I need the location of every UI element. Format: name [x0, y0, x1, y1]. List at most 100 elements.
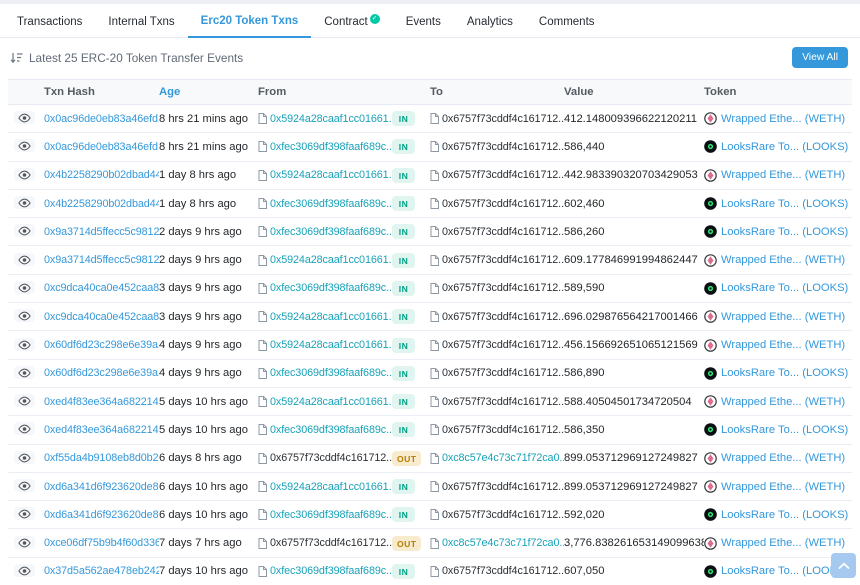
- token-link[interactable]: Wrapped Ethe... (WETH): [721, 481, 845, 493]
- txn-hash-link[interactable]: 0x0ac96de0eb83a46efd...: [44, 141, 159, 153]
- from-address[interactable]: 0x5924a28caaf1cc01661...: [270, 311, 392, 323]
- token-link[interactable]: Wrapped Ethe... (WETH): [721, 339, 845, 351]
- view-private-note-button[interactable]: [14, 224, 35, 237]
- from-address[interactable]: 0xfec3069df398faaf689c...: [270, 282, 392, 294]
- view-private-note-button[interactable]: [14, 196, 35, 209]
- txn-hash-link[interactable]: 0x4b2258290b02dbad44...: [44, 198, 159, 210]
- token-link[interactable]: Wrapped Ethe... (WETH): [721, 169, 845, 181]
- txn-hash-link[interactable]: 0xed4f83ee364a682214...: [44, 396, 159, 408]
- direction-badge: IN: [392, 394, 415, 409]
- view-private-note-button[interactable]: [14, 394, 35, 407]
- header-token: Token: [704, 86, 852, 98]
- token-link[interactable]: LooksRare To... (LOOKS): [721, 282, 848, 294]
- view-private-note-button[interactable]: [14, 479, 35, 492]
- from-address[interactable]: 0x5924a28caaf1cc01661...: [270, 113, 392, 125]
- txn-hash-link[interactable]: 0x0ac96de0eb83a46efd...: [44, 113, 159, 125]
- tab-erc20-token-txns[interactable]: Erc20 Token Txns: [188, 5, 312, 38]
- tab-contract[interactable]: Contract✓: [311, 4, 392, 37]
- txn-hash-link[interactable]: 0xf55da4b9108eb8d0b2...: [44, 452, 159, 464]
- token-link[interactable]: Wrapped Ethe... (WETH): [721, 254, 845, 266]
- from-address[interactable]: 0x5924a28caaf1cc01661...: [270, 396, 392, 408]
- view-all-button[interactable]: View All: [792, 47, 848, 68]
- value-text: 696.029876564217001466: [564, 311, 704, 323]
- tab-comments[interactable]: Comments: [526, 6, 608, 37]
- direction-badge: IN: [392, 139, 415, 154]
- token-link[interactable]: LooksRare To... (LOOKS): [721, 141, 848, 153]
- txn-hash-link[interactable]: 0x37d5a562ae478eb242...: [44, 565, 159, 577]
- age-text: 6 days 10 hrs ago: [159, 509, 258, 521]
- from-address[interactable]: 0xfec3069df398faaf689c...: [270, 367, 392, 379]
- txn-hash-link[interactable]: 0xd6a341d6f923620de8...: [44, 509, 159, 521]
- token-link[interactable]: LooksRare To... (LOOKS): [721, 226, 848, 238]
- looks-token-icon: [704, 565, 717, 578]
- txn-hash-link[interactable]: 0x9a3714d5ffecc5c9812...: [44, 254, 159, 266]
- view-private-note-button[interactable]: [14, 507, 35, 520]
- from-address[interactable]: 0xfec3069df398faaf689c...: [270, 565, 392, 577]
- tab-internal-txns[interactable]: Internal Txns: [95, 6, 187, 37]
- to-address[interactable]: 0xc8c57e4c73c71f72ca0...: [442, 452, 564, 464]
- direction-badge: IN: [392, 366, 415, 381]
- token-link[interactable]: LooksRare To... (LOOKS): [721, 198, 848, 210]
- view-private-note-button[interactable]: [14, 139, 35, 152]
- token-link[interactable]: LooksRare To... (LOOKS): [721, 565, 848, 577]
- view-private-note-button[interactable]: [14, 168, 35, 181]
- from-address[interactable]: 0xfec3069df398faaf689c...: [270, 226, 392, 238]
- view-private-note-button[interactable]: [14, 338, 35, 351]
- txn-hash-link[interactable]: 0x60df6d23c298e6e39a...: [44, 367, 159, 379]
- to-address[interactable]: 0xc8c57e4c73c71f72ca0...: [442, 537, 564, 549]
- txn-hash-link[interactable]: 0xc9dca40ca0e452caa8...: [44, 311, 159, 323]
- token-link[interactable]: Wrapped Ethe... (WETH): [721, 537, 845, 549]
- txn-hash-link[interactable]: 0x4b2258290b02dbad44...: [44, 169, 159, 181]
- table-row: 0xc9dca40ca0e452caa8... 3 days 9 hrs ago…: [8, 303, 852, 331]
- txn-hash-link[interactable]: 0x60df6d23c298e6e39a...: [44, 339, 159, 351]
- txn-hash-link[interactable]: 0xce06df75b9b4f60d336...: [44, 537, 159, 549]
- direction-badge: IN: [392, 224, 415, 239]
- from-address[interactable]: 0xfec3069df398faaf689c...: [270, 424, 392, 436]
- token-link[interactable]: LooksRare To... (LOOKS): [721, 367, 848, 379]
- view-private-note-button[interactable]: [14, 422, 35, 435]
- token-link[interactable]: Wrapped Ethe... (WETH): [721, 396, 845, 408]
- header-age[interactable]: Age: [159, 86, 258, 98]
- txn-hash-link[interactable]: 0xd6a341d6f923620de8...: [44, 481, 159, 493]
- age-text: 3 days 9 hrs ago: [159, 311, 258, 323]
- view-private-note-button[interactable]: [14, 253, 35, 266]
- tab-events[interactable]: Events: [393, 6, 454, 37]
- to-address: 0x6757f73cddf4c161712...: [442, 113, 564, 125]
- value-text: 899.053712969127249827: [564, 452, 704, 464]
- age-text: 2 days 9 hrs ago: [159, 254, 258, 266]
- view-private-note-button[interactable]: [14, 309, 35, 322]
- tab-transactions[interactable]: Transactions: [4, 6, 95, 37]
- token-link[interactable]: Wrapped Ethe... (WETH): [721, 311, 845, 323]
- from-address[interactable]: 0xfec3069df398faaf689c...: [270, 509, 392, 521]
- tab-analytics[interactable]: Analytics: [454, 6, 526, 37]
- txn-hash-link[interactable]: 0x9a3714d5ffecc5c9812...: [44, 226, 159, 238]
- token-link[interactable]: Wrapped Ethe... (WETH): [721, 452, 845, 464]
- txn-hash-link[interactable]: 0xed4f83ee364a682214...: [44, 424, 159, 436]
- from-address[interactable]: 0xfec3069df398faaf689c...: [270, 141, 392, 153]
- token-link[interactable]: Wrapped Ethe... (WETH): [721, 113, 845, 125]
- token-link[interactable]: LooksRare To... (LOOKS): [721, 424, 848, 436]
- view-private-note-button[interactable]: [14, 366, 35, 379]
- from-address[interactable]: 0x5924a28caaf1cc01661...: [270, 254, 392, 266]
- view-private-note-button[interactable]: [14, 536, 35, 549]
- view-private-note-button[interactable]: [14, 564, 35, 577]
- from-address[interactable]: 0xfec3069df398faaf689c...: [270, 198, 392, 210]
- to-address: 0x6757f73cddf4c161712...: [442, 254, 564, 266]
- from-address[interactable]: 0x5924a28caaf1cc01661...: [270, 169, 392, 181]
- age-text: 6 days 10 hrs ago: [159, 481, 258, 493]
- view-private-note-button[interactable]: [14, 451, 35, 464]
- eye-icon: [18, 507, 31, 522]
- direction-badge: IN: [392, 281, 415, 296]
- token-link[interactable]: LooksRare To... (LOOKS): [721, 509, 848, 521]
- txn-hash-link[interactable]: 0xc9dca40ca0e452caa8...: [44, 282, 159, 294]
- from-address[interactable]: 0x5924a28caaf1cc01661...: [270, 339, 392, 351]
- view-private-note-button[interactable]: [14, 281, 35, 294]
- from-address[interactable]: 0x5924a28caaf1cc01661...: [270, 481, 392, 493]
- weth-token-icon: [704, 112, 717, 125]
- back-to-top-button[interactable]: [831, 553, 856, 578]
- age-text: 6 days 8 hrs ago: [159, 452, 258, 464]
- view-private-note-button[interactable]: [14, 111, 35, 124]
- looks-token-icon: [704, 508, 717, 521]
- weth-token-icon: [704, 254, 717, 267]
- value-text: 602,460: [564, 198, 704, 210]
